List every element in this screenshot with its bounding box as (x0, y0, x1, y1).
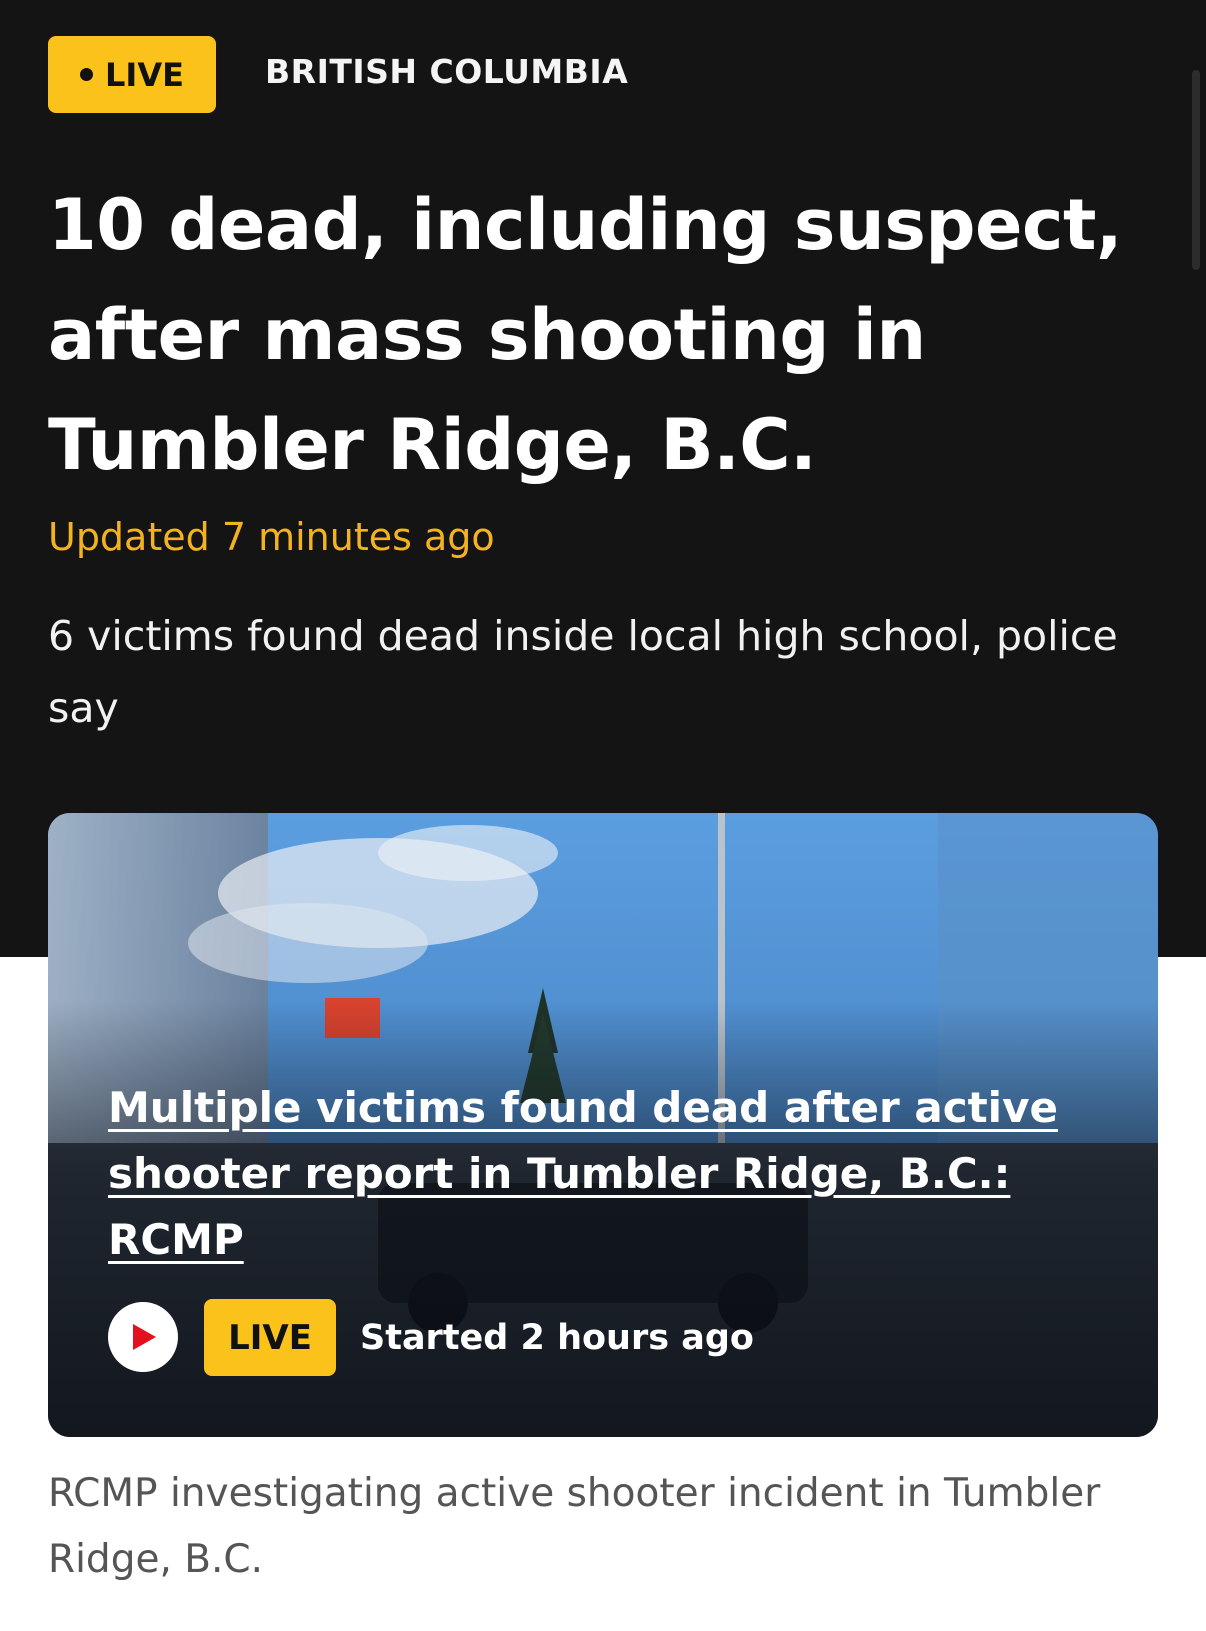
video-title-link[interactable]: Multiple victims found dead after active… (108, 1075, 1068, 1273)
live-badge: LIVE (48, 36, 216, 113)
video-started-time: Started 2 hours ago (360, 1318, 754, 1358)
article-headline: 10 dead, including suspect, after mass s… (48, 184, 1123, 486)
live-dot-icon (80, 68, 94, 81)
section-link[interactable]: BRITISH COLUMBIA (265, 52, 628, 91)
video-caption: RCMP investigating active shooter incide… (48, 1471, 1101, 1582)
play-icon (133, 1324, 156, 1350)
play-button[interactable] (108, 1302, 178, 1372)
article-deck: 6 victims found dead inside local high s… (48, 612, 1118, 732)
updated-timestamp: Updated 7 minutes ago (48, 515, 495, 559)
video-live-badge: LIVE (204, 1299, 336, 1376)
live-badge-label: LIVE (105, 55, 184, 94)
scrollbar[interactable] (1192, 70, 1200, 270)
live-video-card[interactable]: Multiple victims found dead after active… (48, 813, 1158, 1437)
